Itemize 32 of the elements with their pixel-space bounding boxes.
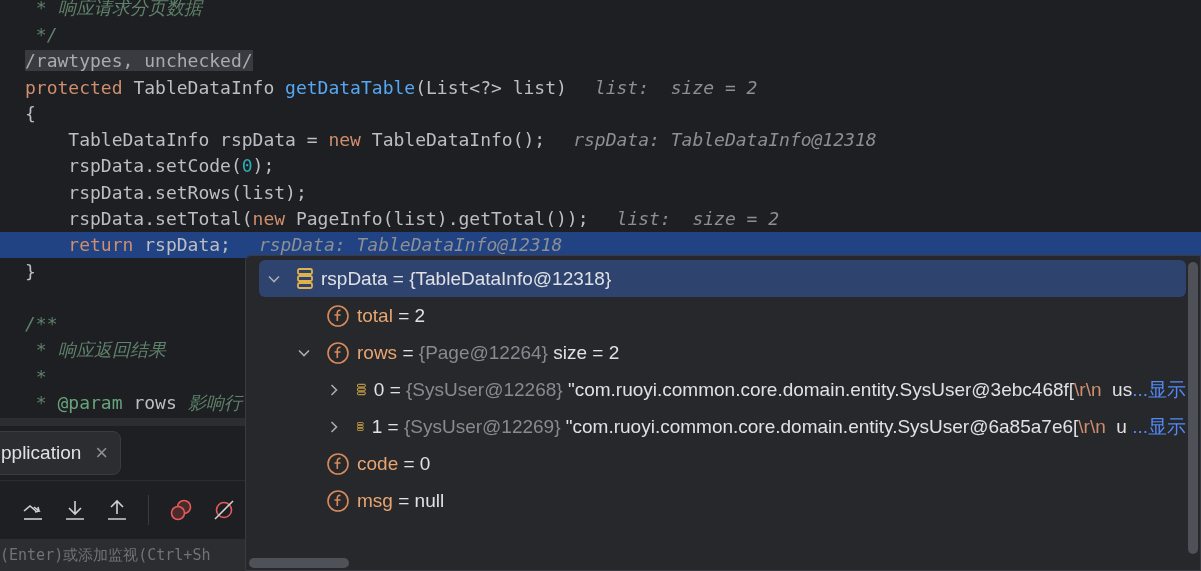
code-line: * 响应返回结果	[34, 338, 166, 362]
variable-row[interactable]: code = 0	[259, 445, 1186, 482]
run-tab[interactable]: pplication ×	[0, 431, 122, 475]
code-line: rspData.setCode(0);	[67, 154, 275, 179]
scrollbar[interactable]	[249, 558, 349, 568]
field-icon	[327, 341, 349, 364]
field-icon	[327, 489, 349, 512]
code-line: /**	[24, 312, 58, 337]
step-into-icon[interactable]	[64, 499, 86, 521]
code-line: }	[24, 259, 36, 284]
variable-row[interactable]: total = 2	[259, 297, 1186, 334]
mute-breakpoints-icon[interactable]	[213, 499, 235, 521]
variable-row[interactable]: 0 = {SysUser@12268} "com.ruoyi.common.core.domain.entity.SysUser@3ebc468f[\r\n us...显示	[259, 371, 1186, 408]
breakpoints-icon[interactable]	[169, 499, 193, 521]
field-icon	[327, 304, 349, 327]
close-icon[interactable]: ×	[95, 440, 109, 466]
scrollbar[interactable]	[1188, 262, 1198, 554]
code-line: rspData.setRows(list);	[67, 180, 307, 205]
code-line: */	[34, 22, 58, 47]
code-line: rspData.setTotal(new PageInfo(list).getTotal()); list: size = 2	[67, 207, 780, 231]
variable-row[interactable]: 1 = {SysUser@12269} "com.ruoyi.common.core.domain.entity.SysUser@6a85a7e6[\r\n u ...显示	[259, 408, 1186, 445]
field-icon	[327, 452, 349, 475]
stack-icon	[297, 268, 313, 289]
variable-row[interactable]: rspData = {TableDataInfo@12318}	[259, 260, 1186, 297]
step-out-icon[interactable]	[106, 499, 128, 521]
code-line: {	[24, 101, 36, 126]
variable-row[interactable]: rows = {Page@12264} size = 2	[259, 334, 1186, 371]
code-line: *	[34, 364, 47, 389]
code-line: TableDataInfo rspData = new TableDataInfo(); rspData: TableDataInfo@12318	[67, 128, 877, 153]
variable-row[interactable]: msg = null	[259, 482, 1186, 519]
code-line: * @param rows 影响行	[34, 390, 242, 416]
code-line: protected TableDataInfo getDataTable(List<?> list) list: size = 2	[24, 75, 758, 100]
